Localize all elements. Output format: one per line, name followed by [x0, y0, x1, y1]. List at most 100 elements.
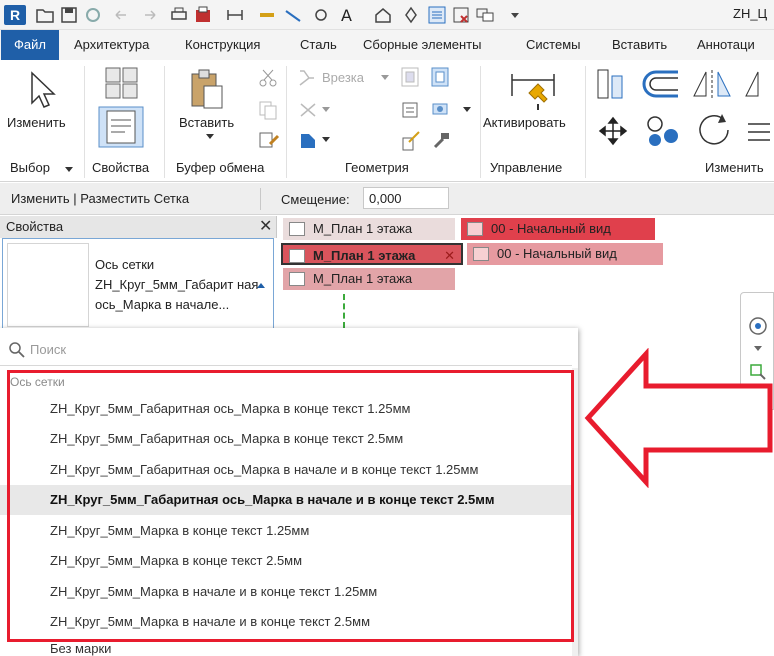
window-title: ZH_Ц: [733, 6, 768, 21]
thin-lines-icon[interactable]: [428, 6, 446, 24]
match-type-icon[interactable]: [258, 130, 280, 150]
ribbon-tabs: Файл Архитектура Конструкция Сталь Сборн…: [0, 30, 774, 60]
chevron-down-icon[interactable]: [321, 106, 331, 114]
chevron-down-icon[interactable]: [462, 106, 472, 114]
close-hidden-icon[interactable]: [452, 6, 470, 24]
view-tab-start-view-1[interactable]: 00 - Начальный вид: [461, 218, 655, 240]
properties-title: Свойства: [6, 219, 64, 234]
panel-select-label[interactable]: Выбор: [10, 160, 50, 175]
type-selector[interactable]: Ось сетки ZH_Круг_5мм_Габарит ная ось_Ма…: [2, 238, 274, 332]
paste-icon[interactable]: [186, 68, 226, 112]
edit-profile-icon[interactable]: [400, 130, 422, 152]
undo-icon[interactable]: [113, 6, 131, 24]
paint-icon[interactable]: [430, 100, 450, 120]
tab-precast[interactable]: Сборные элементы: [363, 30, 481, 60]
trim-icon[interactable]: [744, 116, 774, 146]
modify-button[interactable]: Изменить: [7, 115, 66, 130]
move-icon[interactable]: [598, 116, 628, 146]
view-tab-label: М_План 1 этажа: [313, 248, 416, 263]
cut-shape-icon[interactable]: [297, 130, 319, 152]
pin-dimension-icon[interactable]: [508, 68, 558, 112]
print-icon[interactable]: [170, 6, 188, 24]
view-tab-label: М_План 1 этажа: [313, 221, 413, 236]
line-tool-icon[interactable]: [284, 6, 302, 24]
copy-icon[interactable]: [258, 100, 278, 120]
demolish-icon[interactable]: [400, 100, 420, 120]
copy-elements-icon[interactable]: [643, 112, 683, 148]
close-icon[interactable]: ✕: [259, 216, 272, 236]
tab-file[interactable]: Файл: [1, 30, 59, 60]
hammer-icon[interactable]: [430, 130, 452, 152]
view-tab-floor-plan-active[interactable]: М_План 1 этажа ✕: [281, 243, 463, 265]
mirror-draw-icon[interactable]: [742, 68, 774, 100]
svg-text:A: A: [341, 6, 352, 24]
chevron-down-icon[interactable]: [205, 133, 215, 141]
properties-palette-header: Свойства ✕: [0, 216, 277, 238]
tab-steel[interactable]: Сталь: [300, 30, 337, 60]
section-icon[interactable]: [402, 6, 420, 24]
plan-view-icon: [289, 222, 305, 236]
save-icon[interactable]: [60, 6, 78, 24]
chevron-down-icon[interactable]: [380, 74, 390, 82]
view-tab-label: 00 - Начальный вид: [491, 221, 611, 236]
tab-architecture[interactable]: Архитектура: [74, 30, 149, 60]
grid-line-preview: [343, 294, 345, 328]
tab-systems[interactable]: Системы: [526, 30, 580, 60]
join-icon[interactable]: [400, 66, 420, 88]
context-label: Изменить | Разместить Сетка: [11, 191, 190, 206]
export-icon[interactable]: [194, 6, 212, 24]
quick-access-toolbar: R A ZH_Ц: [0, 0, 774, 30]
tag-icon[interactable]: [312, 6, 330, 24]
redo-icon[interactable]: [140, 6, 158, 24]
options-bar: Изменить | Разместить Сетка Смещение: 0,…: [0, 183, 774, 215]
tab-annotate[interactable]: Аннотаци: [697, 30, 755, 60]
caret-up-icon[interactable]: [256, 281, 266, 289]
ribbon: Изменить Выбор Свойства Вставить Буфер о…: [0, 60, 774, 182]
view-tab-label: М_План 1 этажа: [313, 271, 413, 286]
wall-joins-icon[interactable]: [430, 66, 450, 88]
customize-toolbar-icon[interactable]: [506, 6, 524, 24]
view-tab-label: 00 - Начальный вид: [497, 246, 617, 261]
cursor-arrow-icon[interactable]: [26, 70, 56, 110]
cut-icon[interactable]: [258, 68, 278, 88]
offset-field[interactable]: 0,000: [363, 187, 449, 209]
panel-clipboard-label: Буфер обмена: [176, 160, 265, 175]
text-icon[interactable]: A: [338, 6, 356, 24]
mirror-icon[interactable]: [690, 68, 734, 100]
close-icon[interactable]: ✕: [444, 245, 455, 267]
3d-view-icon[interactable]: [374, 6, 392, 24]
revit-logo[interactable]: R: [4, 5, 26, 25]
type-name: Ось сетки ZH_Круг_5мм_Габарит ная ось_Ма…: [95, 257, 259, 312]
annotation-highlight-box: [7, 370, 574, 642]
panel-modify-label: Изменить: [705, 160, 764, 175]
plan-view-icon: [289, 249, 305, 263]
tab-structure[interactable]: Конструкция: [185, 30, 260, 60]
switch-windows-icon[interactable]: [476, 6, 494, 24]
type-thumbnail: [7, 243, 89, 327]
tab-insert[interactable]: Вставить: [612, 30, 667, 60]
annotation-arrow-icon: [584, 348, 773, 488]
properties-icon[interactable]: [98, 106, 144, 148]
search-input[interactable]: [30, 338, 550, 360]
offset-icon[interactable]: [640, 68, 682, 100]
split-face-icon[interactable]: [297, 100, 319, 120]
view-tab-floor-plan-2[interactable]: М_План 1 этажа: [283, 268, 455, 290]
cut-geometry-button[interactable]: Врезка: [322, 70, 364, 85]
activate-button[interactable]: Активировать: [483, 115, 566, 130]
cope-icon[interactable]: [297, 68, 317, 88]
chevron-down-icon[interactable]: [64, 166, 74, 174]
type-properties-icon[interactable]: [104, 66, 140, 100]
rotate-icon[interactable]: [694, 110, 734, 150]
view-tab-start-view-2[interactable]: 00 - Начальный вид: [467, 243, 663, 265]
align-icon[interactable]: [596, 68, 626, 100]
dimension-icon[interactable]: [258, 6, 276, 24]
view-tab-floor-plan-1[interactable]: М_План 1 этажа: [283, 218, 455, 240]
steering-wheel-icon[interactable]: [747, 315, 769, 337]
start-view-icon: [473, 247, 489, 261]
open-icon[interactable]: [36, 6, 54, 24]
sync-icon[interactable]: [84, 6, 102, 24]
paste-button[interactable]: Вставить: [179, 115, 234, 130]
chevron-down-icon[interactable]: [321, 136, 331, 144]
panel-manage-label: Управление: [490, 160, 563, 175]
measure-icon[interactable]: [226, 6, 244, 24]
